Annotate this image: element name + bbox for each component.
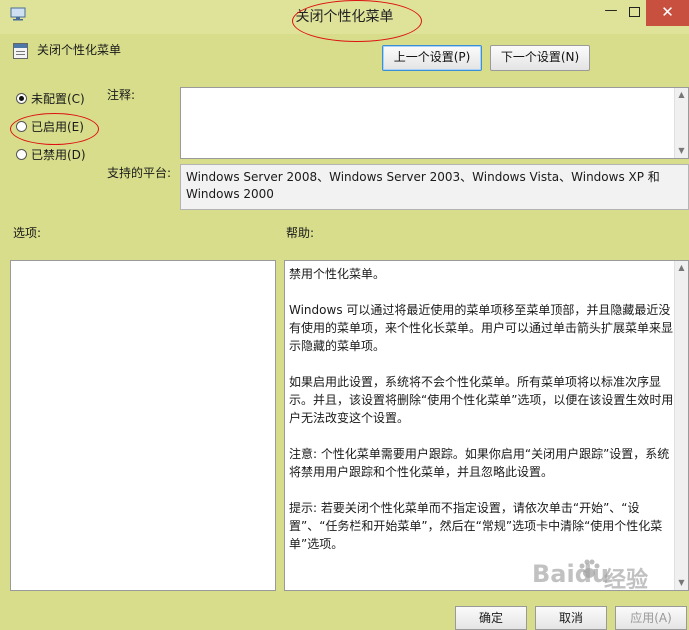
help-paragraph: 如果启用此设置，系统将不会个性化菜单。所有菜单项将以标准次序显示。并且，该设置将… [289, 375, 674, 425]
radio-indicator[interactable] [16, 92, 27, 104]
help-panel: 禁用个性化菜单。 Windows 可以通过将最近使用的菜单项移至菜单顶部，并且隐… [284, 260, 689, 591]
cancel-button[interactable]: 取消 [535, 606, 607, 630]
paw-icon [579, 559, 600, 578]
radio-label: 未配置(C) [31, 91, 85, 106]
previous-setting-button[interactable]: 上一个设置(P) [382, 45, 482, 71]
annotation-circle-title [292, 0, 422, 42]
scroll-down-icon[interactable]: ▼ [675, 144, 688, 158]
maximize-icon [629, 7, 640, 17]
radio-not-configured[interactable]: 未配置(C) [16, 88, 85, 108]
options-label: 选项: [13, 226, 42, 240]
close-button[interactable]: ✕ [646, 0, 689, 26]
radio-indicator[interactable] [16, 148, 27, 160]
help-label: 帮助: [286, 226, 315, 240]
scroll-up-icon[interactable]: ▲ [675, 88, 688, 102]
ok-button[interactable]: 确定 [455, 606, 527, 630]
platform-label: 支持的平台: [107, 166, 172, 180]
help-paragraph: 提示: 若要关闭个性化菜单而不指定设置，请依次单击“开始”、“设置”、“任务栏和… [289, 501, 663, 551]
platform-text: Windows Server 2008、Windows Server 2003、… [186, 170, 660, 201]
radio-label: 已禁用(D) [31, 147, 86, 162]
scroll-down-icon[interactable]: ▼ [675, 576, 688, 590]
comment-field[interactable]: ▲ ▼ [180, 87, 689, 159]
policy-title: 关闭个性化菜单 [37, 43, 122, 57]
help-scrollbar[interactable]: ▲ ▼ [674, 261, 688, 590]
help-paragraph: 禁用个性化菜单。 [289, 267, 386, 281]
comment-label: 注释: [107, 88, 136, 102]
scroll-up-icon[interactable]: ▲ [675, 261, 688, 275]
platform-value: Windows Server 2008、Windows Server 2003、… [180, 164, 689, 210]
options-panel [10, 260, 276, 591]
watermark-suffix: 经验 [604, 568, 649, 593]
comment-scrollbar[interactable]: ▲ ▼ [674, 88, 688, 158]
next-setting-button[interactable]: 下一个设置(N) [490, 45, 590, 71]
help-text: 禁用个性化菜单。 Windows 可以通过将最近使用的菜单项移至菜单顶部，并且隐… [289, 265, 677, 571]
maximize-button[interactable] [622, 0, 646, 26]
apply-button[interactable]: 应用(A) [615, 606, 687, 630]
policy-setting-icon [13, 43, 28, 59]
annotation-circle-enabled [10, 113, 99, 145]
help-paragraph: Windows 可以通过将最近使用的菜单项移至菜单顶部，并且隐藏最近没有使用的菜… [289, 303, 674, 353]
help-paragraph: 注意: 个性化菜单需要用户跟踪。如果你启用“关闭用户跟踪”设置，系统将禁用用户跟… [289, 447, 670, 479]
minimize-button[interactable]: — [600, 0, 622, 26]
radio-disabled[interactable]: 已禁用(D) [16, 144, 86, 164]
